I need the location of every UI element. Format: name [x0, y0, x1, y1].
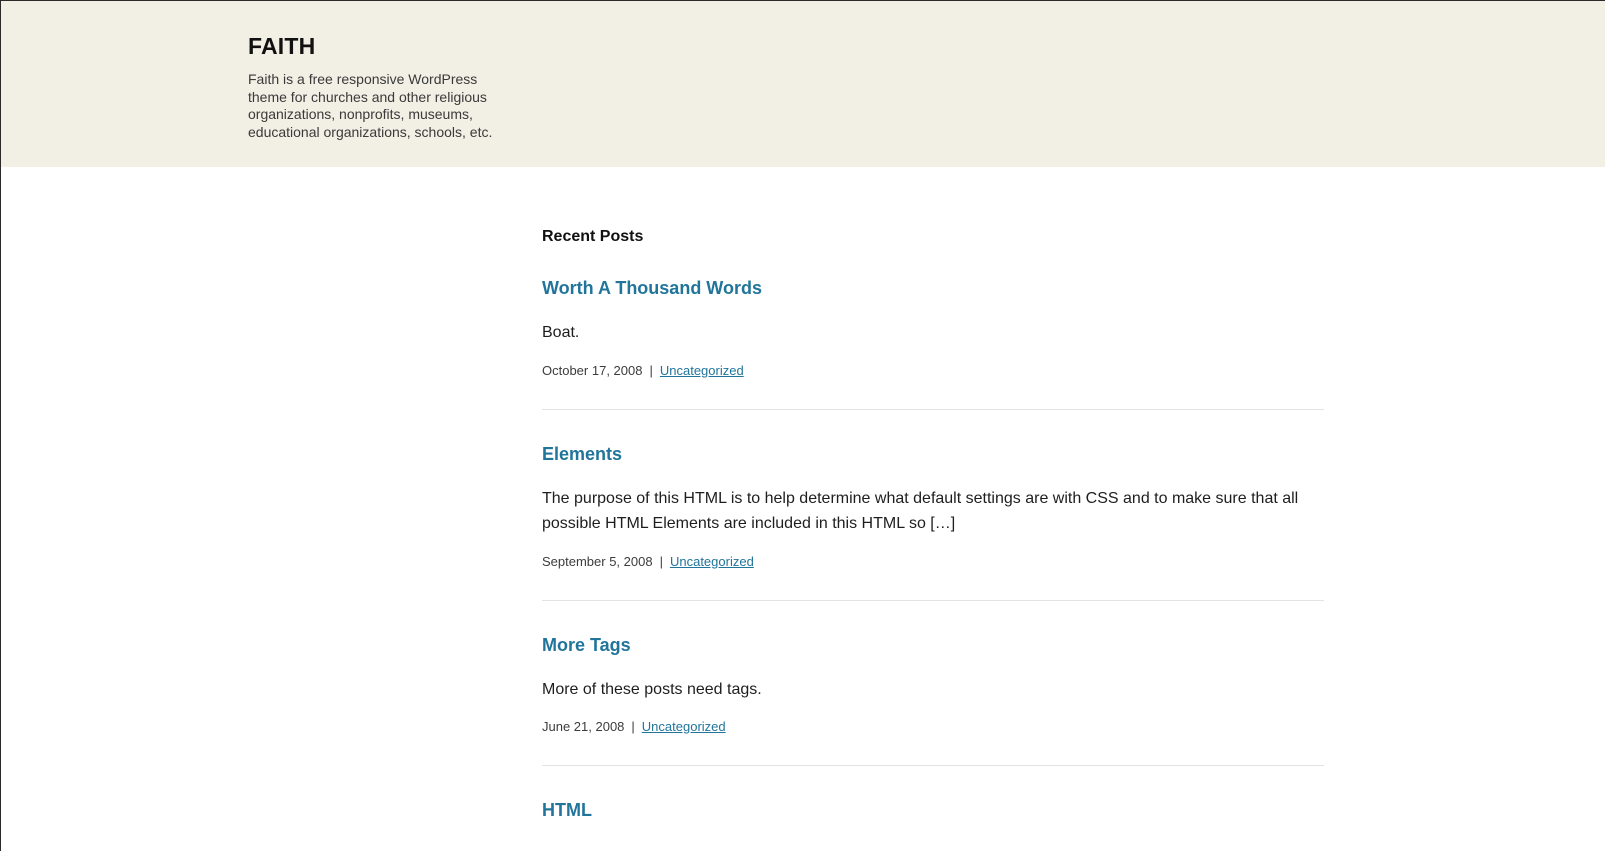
- post-category-link[interactable]: Uncategorized: [660, 363, 744, 378]
- post-title: More Tags: [542, 633, 1324, 657]
- post-item: HTML: [542, 766, 1324, 822]
- post-title-link[interactable]: HTML: [542, 800, 592, 820]
- post-date: June 21, 2008: [542, 719, 625, 734]
- site-header: FAITH Faith is a free responsive WordPre…: [1, 1, 1605, 167]
- site-branding: FAITH Faith is a free responsive WordPre…: [248, 32, 518, 141]
- post-title: HTML: [542, 798, 1324, 822]
- post-item: More Tags More of these posts need tags.…: [542, 601, 1324, 766]
- site-title[interactable]: FAITH: [248, 32, 518, 60]
- post-item: Elements The purpose of this HTML is to …: [542, 410, 1324, 601]
- meta-separator: |: [659, 553, 663, 569]
- post-title: Worth A Thousand Words: [542, 276, 1324, 300]
- meta-separator: |: [649, 362, 653, 378]
- post-excerpt: The purpose of this HTML is to help dete…: [542, 489, 1299, 533]
- post-date: October 17, 2008: [542, 362, 643, 378]
- post-meta: September 5, 2008 | Uncategorized: [542, 553, 1324, 600]
- post-meta: June 21, 2008 | Uncategorized: [542, 718, 1324, 765]
- post-excerpt: More of these posts need tags.: [542, 680, 762, 698]
- post-item: Worth A Thousand Words Boat. October 17,…: [542, 276, 1324, 410]
- post-date: September 5, 2008: [542, 553, 653, 569]
- page: FAITH Faith is a free responsive WordPre…: [0, 0, 1605, 851]
- recent-posts-section: Recent Posts Worth A Thousand Words Boat…: [542, 227, 1324, 822]
- post-title-link[interactable]: Worth A Thousand Words: [542, 278, 762, 298]
- post-excerpt: Boat.: [542, 324, 580, 341]
- post-title-link[interactable]: More Tags: [542, 635, 631, 655]
- post-category-link[interactable]: Uncategorized: [670, 554, 754, 569]
- section-title: Recent Posts: [542, 228, 644, 245]
- meta-separator: |: [631, 719, 635, 734]
- post-title-link[interactable]: Elements: [542, 444, 622, 464]
- post-category-link[interactable]: Uncategorized: [642, 719, 726, 734]
- site-description: Faith is a free responsive WordPress the…: [248, 71, 493, 140]
- post-title: Elements: [542, 442, 1324, 466]
- post-meta: October 17, 2008 | Uncategorized: [542, 362, 1324, 409]
